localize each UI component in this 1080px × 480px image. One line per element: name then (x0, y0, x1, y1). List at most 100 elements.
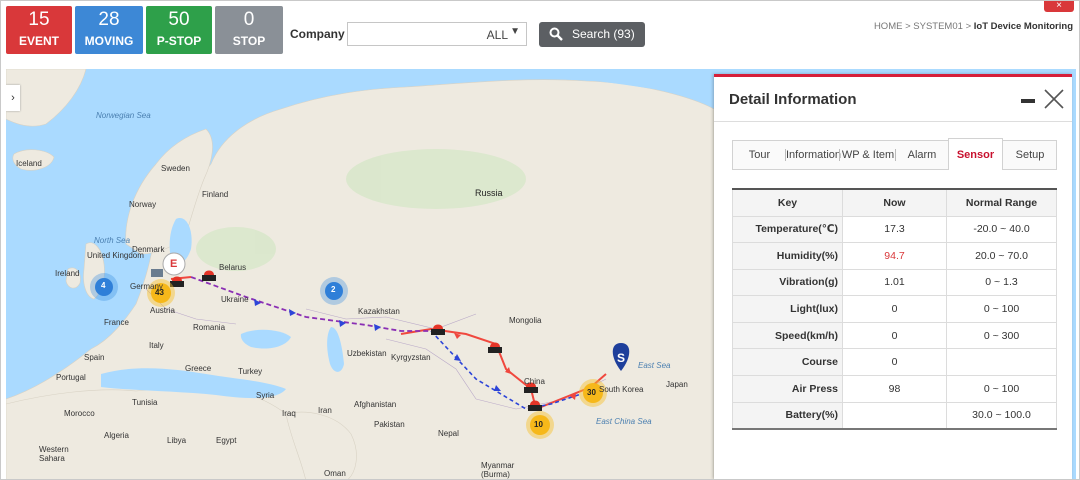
map-label: South Korea (599, 385, 644, 394)
pstop-count: 50 (168, 9, 190, 30)
row-key: Speed(km/h) (732, 321, 843, 350)
map-label: Iran (318, 406, 332, 415)
map-label: Oman (324, 469, 346, 478)
row-range: 0 ~ 300 (946, 321, 1057, 350)
close-window-button[interactable]: × (1044, 1, 1074, 12)
siren-icon (431, 329, 445, 335)
search-button[interactable]: Search (93) (539, 22, 645, 47)
row-key: Humidity(%) (732, 242, 843, 270)
map-label: North Sea (94, 236, 131, 245)
row-key: Course (732, 348, 843, 377)
row-range: 20.0 ~ 70.0 (946, 242, 1057, 270)
map-label: Pakistan (374, 420, 405, 429)
row-now: 0 (842, 295, 947, 323)
breadcrumb-system[interactable]: SYSTEM01 (913, 21, 963, 32)
table-row: Vibration(g) 1.01 0 ~ 1.3 (732, 268, 1057, 297)
tab-wp-item[interactable]: WP & Item (840, 141, 896, 169)
map-label: Belarus (219, 263, 247, 272)
map-label: Ukraine (221, 295, 249, 304)
siren-icon (202, 275, 216, 281)
end-pin-label: E (170, 258, 178, 270)
map-label: Norwegian Sea (96, 111, 151, 120)
tab-setup[interactable]: Setup (1003, 141, 1057, 169)
map-label: Myanmar (Burma) (481, 461, 515, 479)
map-label: Germany (130, 282, 163, 291)
map-label: Afghanistan (354, 400, 397, 409)
tab-sensor[interactable]: Sensor (948, 138, 1003, 170)
table-header-row: Key Now Normal Range (732, 188, 1057, 217)
event-count-tile[interactable]: 15 EVENT (6, 6, 72, 54)
map-label: Nepal (438, 429, 459, 438)
row-key: Vibration(g) (732, 268, 843, 297)
map-label: Syria (256, 391, 275, 400)
column-header-range: Normal Range (946, 188, 1057, 217)
moving-count-tile[interactable]: 28 MOVING (75, 6, 143, 54)
row-range (946, 348, 1057, 377)
siren-icon (488, 347, 502, 353)
map-label: Western Sahara (39, 445, 69, 463)
table-row: Air Press 98 0 ~ 100 (732, 375, 1057, 403)
close-icon: × (1056, 0, 1062, 11)
table-row: Light(lux) 0 0 ~ 100 (732, 295, 1057, 323)
breadcrumb-home[interactable]: HOME (874, 21, 903, 32)
map-label: Iceland (16, 159, 42, 168)
map-label: France (104, 318, 129, 327)
column-header-key: Key (732, 188, 843, 217)
sidebar-expand-button[interactable]: › (6, 85, 20, 111)
breadcrumb-separator: > (965, 21, 972, 32)
pstop-label: P-STOP (156, 34, 202, 48)
stop-count-tile[interactable]: 0 STOP (215, 6, 283, 54)
row-key: Battery(%) (732, 401, 843, 430)
map-label: Turkey (238, 367, 263, 376)
map-label: Algeria (104, 431, 129, 440)
row-key: Temperature(℃) (732, 215, 843, 244)
panel-close-button[interactable] (1043, 88, 1065, 110)
map-label: East China Sea (596, 417, 652, 426)
row-now: 98 (842, 375, 947, 403)
siren-icon (524, 387, 538, 393)
row-range: 30.0 ~ 100.0 (946, 401, 1057, 430)
tab-tour[interactable]: Tour (733, 141, 786, 169)
map-label: Sweden (161, 164, 190, 173)
row-now: 0 (842, 321, 947, 350)
map-label: Norway (129, 200, 157, 209)
forest-region (346, 149, 526, 209)
tab-alarm[interactable]: Alarm (896, 141, 948, 169)
map-label: Uzbekistan (347, 349, 387, 358)
map-label: Italy (149, 341, 164, 350)
close-icon (1044, 89, 1064, 109)
map-label: Japan (666, 380, 688, 389)
siren-icon (528, 405, 542, 411)
camera-icon (151, 269, 163, 277)
pstop-count-tile[interactable]: 50 P-STOP (146, 6, 212, 54)
caret-down-icon: ▼ (510, 26, 520, 37)
stop-count: 0 (243, 9, 255, 30)
search-icon (549, 27, 563, 41)
table-row: Speed(km/h) 0 0 ~ 300 (732, 321, 1057, 350)
company-select[interactable]: ALL ▼ (347, 22, 527, 46)
table-row: Temperature(℃) 17.3 -20.0 ~ 40.0 (732, 215, 1057, 244)
map-label: Ireland (55, 269, 80, 278)
tab-information[interactable]: Information (786, 141, 841, 169)
cluster-count: 4 (101, 281, 106, 290)
row-range: 0 ~ 100 (946, 295, 1057, 323)
detail-tabs: Tour Information WP & Item Alarm Sensor … (732, 138, 1057, 170)
row-now: 1.01 (842, 268, 947, 297)
company-label: Company : (290, 27, 353, 41)
moving-count: 28 (98, 9, 120, 30)
map-label: Denmark (132, 245, 165, 254)
search-button-label: Search (93) (572, 27, 635, 41)
breadcrumb-current: IoT Device Monitoring (973, 21, 1073, 32)
event-label: EVENT (18, 34, 59, 48)
row-key: Air Press (732, 375, 843, 403)
breadcrumb-separator: > (905, 21, 911, 32)
map-label: China (524, 377, 545, 386)
column-header-now: Now (842, 188, 947, 217)
map-label: Austria (150, 306, 175, 315)
start-pin-label: S (617, 351, 626, 365)
table-row: Course 0 (732, 348, 1057, 377)
event-count: 15 (28, 9, 50, 30)
map-label: Egypt (216, 436, 237, 445)
map-label: Morocco (64, 409, 95, 418)
minimize-button[interactable] (1021, 99, 1035, 103)
